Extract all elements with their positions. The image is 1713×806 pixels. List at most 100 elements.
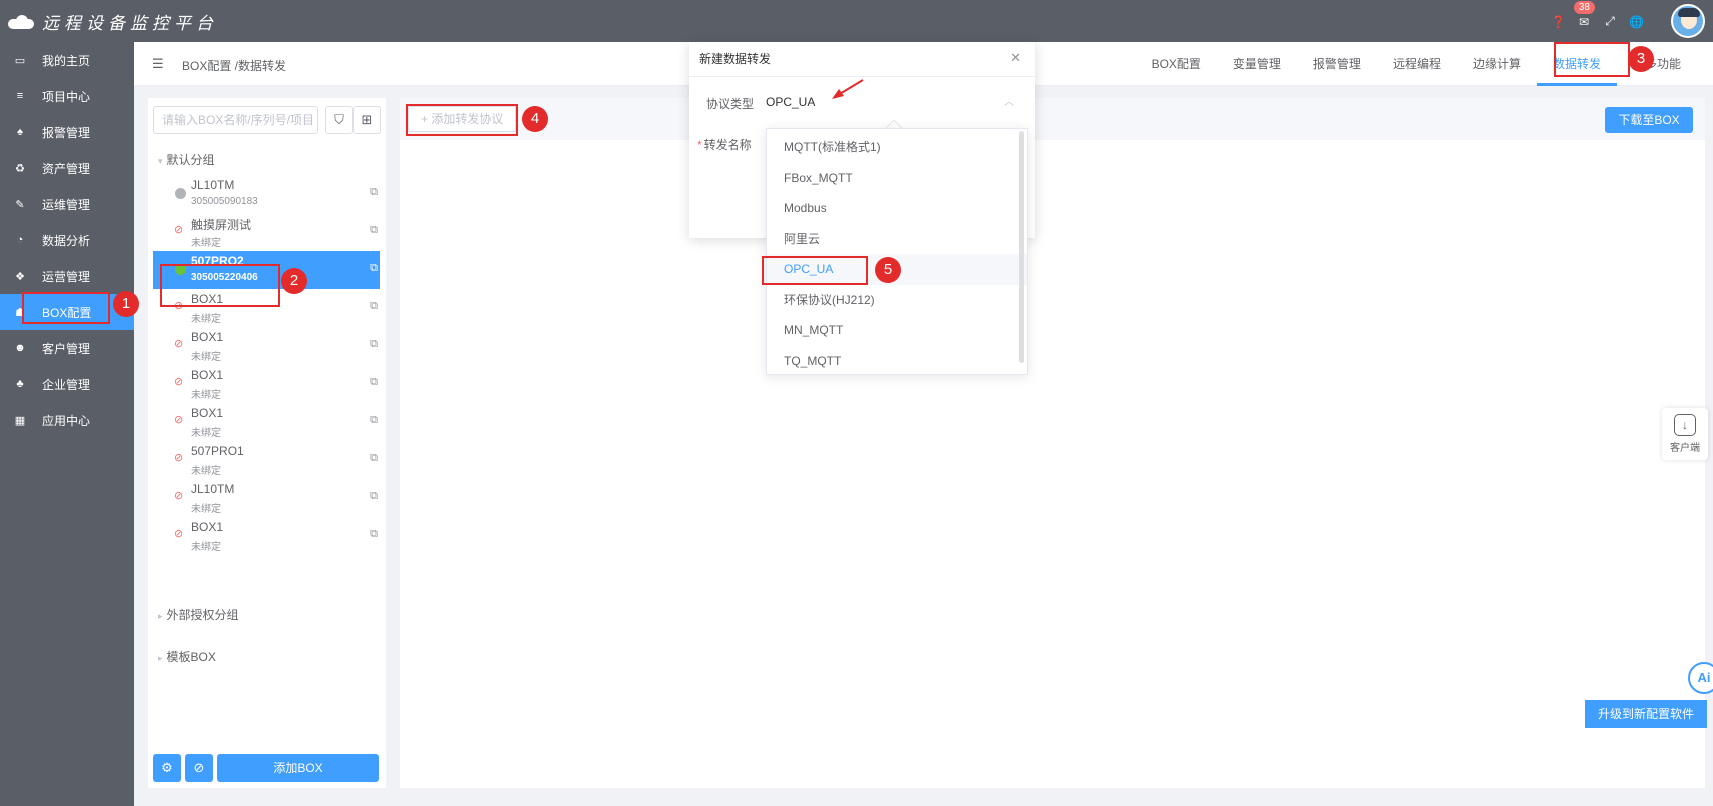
bell-icon: ♠ xyxy=(17,126,23,138)
device-serial: 未绑定 xyxy=(191,504,221,515)
sidebar-item-2[interactable]: ≡ 项目中心 xyxy=(0,78,134,114)
dropdown-option[interactable]: MQTT(标准格式1) xyxy=(767,132,1027,163)
copy-icon[interactable]: ⧉ xyxy=(370,528,378,541)
unlink-icon: ⊘ xyxy=(174,490,184,502)
copy-icon[interactable]: ⧉ xyxy=(370,300,378,313)
device-serial: 未绑定 xyxy=(191,428,221,439)
chevron-right-icon: ▸ xyxy=(158,611,163,621)
device-row[interactable]: ⊘ 507PRO1 未绑定 ⧉ xyxy=(153,441,380,479)
sidebar: ▭ 我的主页 ≡ 项目中心 ♠ 报警管理 ♻ 资产管理 ✎ 运维管理 ◔ 数据分析 ❖ 运营管理 ☗ BOX配… xyxy=(0,42,134,806)
device-serial: 未绑定 xyxy=(191,352,221,363)
chevron-down-icon: ▾ xyxy=(158,156,163,166)
close-icon[interactable]: ✕ xyxy=(1010,50,1021,66)
sidebar-item-1[interactable]: ▭ 我的主页 xyxy=(0,42,134,78)
dropdown-option[interactable]: 阿里云 xyxy=(767,224,1027,255)
sidebar-item-label: 运维管理 xyxy=(42,197,91,212)
client-download-widget[interactable]: ↓ 客户端 xyxy=(1662,408,1708,460)
copy-icon[interactable]: ⧉ xyxy=(370,490,378,503)
dropdown-scrollbar[interactable] xyxy=(1019,131,1024,363)
globe-icon[interactable]: 🌐 xyxy=(1629,15,1644,29)
dropdown-option[interactable]: 环保协议(HJ212) xyxy=(767,285,1027,316)
top-icons: ❓ ✉ ⤢ 🌐 xyxy=(1551,14,1644,29)
top-bar: 远程设备监控平台 ❓ ✉ ⤢ 🌐 38 xyxy=(0,0,1713,42)
content-toolbar: + 添加转发协议 下载至BOX xyxy=(400,98,1705,140)
users-icon: ☻ xyxy=(14,342,26,354)
add-box-button[interactable]: 添加BOX xyxy=(217,754,379,782)
box-search-input[interactable]: 请输入BOX名称/序列号/项目 xyxy=(153,106,318,134)
copy-icon[interactable]: ⧉ xyxy=(370,224,378,237)
avatar[interactable] xyxy=(1671,4,1705,38)
monitor-icon: ▭ xyxy=(14,54,26,67)
tab-1[interactable]: BOX配置 xyxy=(1136,42,1217,86)
box-tree-panel: 请输入BOX名称/序列号/项目 ⛉ ⊞ ▾ 默认分组 JL10TM 30500509… xyxy=(148,98,386,788)
dropdown-option[interactable]: Modbus xyxy=(767,193,1027,224)
sidebar-item-label: 我的主页 xyxy=(42,53,91,68)
sidebar-item-7[interactable]: ❖ 运营管理 xyxy=(0,258,134,294)
copy-icon[interactable]: ⧉ xyxy=(370,338,378,351)
copy-icon[interactable]: ⧉ xyxy=(370,186,378,199)
filter-icon[interactable]: ⛉ xyxy=(325,106,353,134)
ai-assistant-icon[interactable]: Ai xyxy=(1688,662,1713,694)
device-serial: 未绑定 xyxy=(191,238,221,249)
sidebar-item-11[interactable]: ▦ 应用中心 xyxy=(0,402,134,438)
sidebar-item-label: 企业管理 xyxy=(42,377,91,392)
chart-icon: ◔ xyxy=(16,234,24,246)
device-row[interactable]: ⊘ JL10TM 未绑定 ⧉ xyxy=(153,479,380,517)
download-icon: ↓ xyxy=(1674,414,1696,436)
sidebar-item-label: 客户管理 xyxy=(42,341,91,356)
app-title: 远程设备监控平台 xyxy=(42,14,218,34)
dropdown-option[interactable]: MN_MQTT xyxy=(767,315,1027,346)
device-row[interactable]: ⊘ BOX1 未绑定 ⧉ xyxy=(153,403,380,441)
tab-5[interactable]: 边缘计算 xyxy=(1457,42,1537,86)
sidebar-item-label: 资产管理 xyxy=(42,161,91,176)
protocol-type-select[interactable]: OPC_UA ︿ xyxy=(766,85,1022,119)
sidebar-item-3[interactable]: ♠ 报警管理 xyxy=(0,114,134,150)
copy-icon[interactable]: ⧉ xyxy=(370,414,378,427)
device-row[interactable]: ⊘ 触摸屏测试 未绑定 ⧉ xyxy=(153,213,380,251)
dropdown-option[interactable]: FBox_MQTT xyxy=(767,163,1027,194)
sidebar-item-4[interactable]: ♻ 资产管理 xyxy=(0,150,134,186)
fullscreen-icon[interactable]: ⤢ xyxy=(1603,14,1617,29)
device-name: 507PRO1 xyxy=(191,444,244,458)
dropdown-option[interactable]: TQ_MQTT xyxy=(767,346,1027,375)
device-row[interactable]: ⊘ BOX1 未绑定 ⧉ xyxy=(153,517,380,555)
group-default[interactable]: ▾ 默认分组 xyxy=(158,151,215,168)
main-content: + 添加转发协议 下载至BOX xyxy=(400,98,1705,788)
tab-3[interactable]: 报警管理 xyxy=(1297,42,1377,86)
sidebar-item-6[interactable]: ◔ 数据分析 xyxy=(0,222,134,258)
annotation-number-1: 1 xyxy=(113,291,139,317)
device-row[interactable]: JL10TM 305005090183 ⧉ xyxy=(153,175,380,213)
settings-gear-icon[interactable]: ⚙ xyxy=(153,754,181,782)
device-serial: 未绑定 xyxy=(191,390,221,401)
sidebar-item-label: 项目中心 xyxy=(42,89,91,104)
red-arrow-icon xyxy=(832,79,864,99)
sidebar-item-5[interactable]: ✎ 运维管理 xyxy=(0,186,134,222)
tab-4[interactable]: 远程编程 xyxy=(1377,42,1457,86)
breadcrumb: BOX配置 /数据转发 xyxy=(182,59,287,73)
download-to-box-button[interactable]: 下载至BOX xyxy=(1605,107,1693,133)
sidebar-item-10[interactable]: ♣ 企业管理 xyxy=(0,366,134,402)
tab-2[interactable]: 变量管理 xyxy=(1217,42,1297,86)
unlink-icon: ⊘ xyxy=(174,452,184,464)
sidebar-item-9[interactable]: ☻ 客户管理 xyxy=(0,330,134,366)
annotation-box-5 xyxy=(762,256,868,285)
group-external[interactable]: ▸ 外部授权分组 xyxy=(158,606,239,623)
wifi-off-icon[interactable]: ⊘ xyxy=(185,754,213,782)
recycle-icon: ♻ xyxy=(15,162,25,175)
protocol-type-label: 协议类型 xyxy=(706,97,755,111)
device-name: BOX1 xyxy=(191,368,224,382)
copy-icon[interactable]: ⧉ xyxy=(370,376,378,389)
group-template[interactable]: ▸ 模板BOX xyxy=(158,648,216,665)
copy-icon[interactable]: ⧉ xyxy=(370,262,378,275)
device-row[interactable]: ⊘ BOX1 未绑定 ⧉ xyxy=(153,327,380,365)
device-row[interactable]: ⊘ BOX1 未绑定 ⧉ xyxy=(153,365,380,403)
help-icon[interactable]: ❓ xyxy=(1551,15,1566,29)
device-name: BOX1 xyxy=(191,520,224,534)
mail-icon[interactable]: ✉ xyxy=(1577,15,1591,29)
menu-toggle-icon[interactable]: ☰ xyxy=(152,56,164,72)
add-folder-icon[interactable]: ⊞ xyxy=(353,106,381,134)
org-icon: ♣ xyxy=(16,378,24,390)
upgrade-button[interactable]: 升级到新配置软件 xyxy=(1585,700,1707,728)
notification-badge: 38 xyxy=(1573,1,1595,14)
copy-icon[interactable]: ⧉ xyxy=(370,452,378,465)
